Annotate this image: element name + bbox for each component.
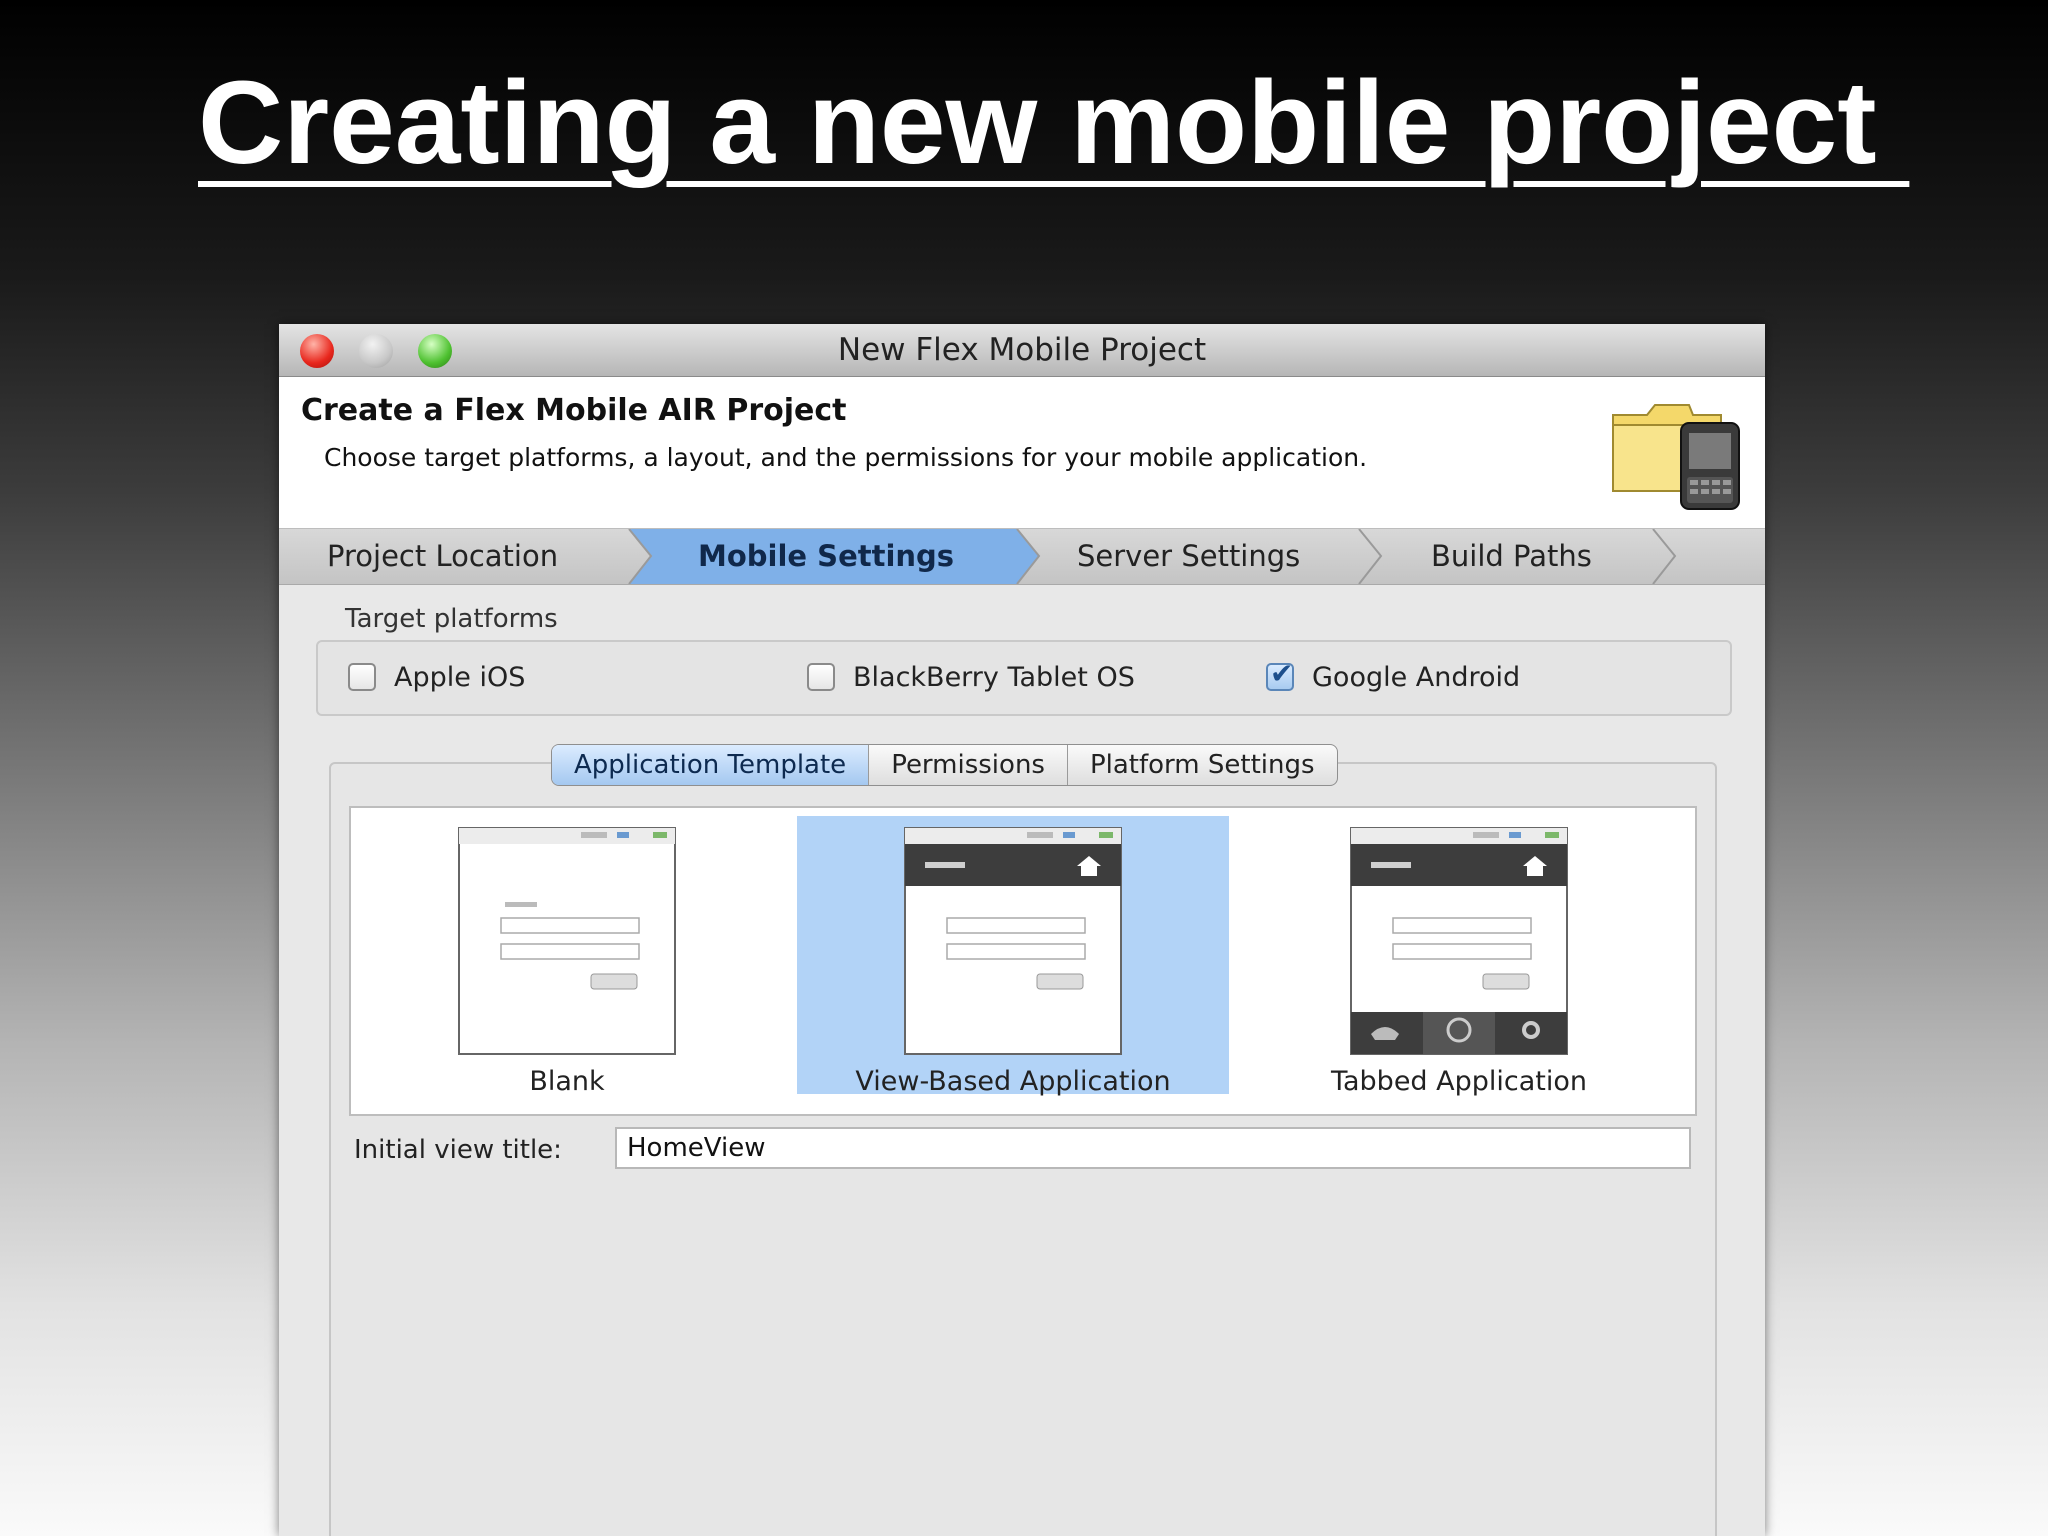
tabbed-template-preview-icon (1350, 827, 1568, 1055)
window-titlebar[interactable]: New Flex Mobile Project (279, 324, 1765, 377)
tab-permissions[interactable]: Permissions (869, 745, 1068, 785)
initial-view-title-input[interactable] (615, 1127, 1691, 1169)
apple-ios-checkbox[interactable] (348, 663, 376, 691)
close-window-button[interactable] (300, 334, 334, 368)
target-platforms-label: Target platforms (345, 604, 558, 634)
view-based-template-preview-icon (904, 827, 1122, 1055)
template-view-based-label[interactable]: View-Based Application (797, 1066, 1229, 1097)
slide-title: Creating a new mobile project (198, 57, 1910, 189)
apple-ios-label[interactable]: Apple iOS (394, 661, 525, 695)
blackberry-checkbox[interactable] (807, 663, 835, 691)
template-blank[interactable]: Blank (351, 816, 783, 1097)
target-platforms-group: Apple iOS BlackBerry Tablet OS ✔ Google … (316, 640, 1732, 716)
checkmark-icon: ✔ (1270, 657, 1294, 690)
google-android-checkbox[interactable]: ✔ (1266, 657, 1294, 691)
blank-template-preview-icon (458, 827, 676, 1055)
page-description: Choose target platforms, a layout, and t… (324, 443, 1368, 472)
folder-with-phone-icon (1612, 404, 1740, 510)
template-tabbed-label[interactable]: Tabbed Application (1243, 1066, 1675, 1097)
template-list: Blank View-Based Application Tabbed Appl… (349, 806, 1697, 1116)
page-heading: Create a Flex Mobile AIR Project (301, 393, 847, 428)
step-mobile-settings[interactable]: Mobile Settings (698, 529, 954, 584)
settings-tabs: Application Template Permissions Platfor… (551, 744, 1338, 786)
template-blank-label[interactable]: Blank (351, 1066, 783, 1097)
step-server-settings[interactable]: Server Settings (1077, 529, 1300, 584)
wizard-steps-bar: Project Location Mobile Settings Server … (279, 529, 1765, 585)
tab-application-template[interactable]: Application Template (552, 745, 870, 785)
template-tabbed[interactable]: Tabbed Application (1243, 816, 1675, 1097)
initial-view-title-label: Initial view title: (354, 1135, 562, 1165)
zoom-window-button[interactable] (418, 334, 452, 368)
template-view-based[interactable]: View-Based Application (797, 816, 1229, 1097)
window-title: New Flex Mobile Project (837, 332, 1207, 368)
new-project-dialog: New Flex Mobile Project Create a Flex Mo… (279, 324, 1765, 1536)
tab-platform-settings[interactable]: Platform Settings (1068, 745, 1337, 785)
google-android-label[interactable]: Google Android (1312, 661, 1520, 695)
blackberry-label[interactable]: BlackBerry Tablet OS (853, 661, 1135, 695)
step-build-paths[interactable]: Build Paths (1431, 529, 1592, 584)
minimize-window-button[interactable] (359, 334, 393, 368)
wizard-header: Create a Flex Mobile AIR Project Choose … (279, 377, 1765, 529)
step-project-location[interactable]: Project Location (327, 529, 558, 584)
